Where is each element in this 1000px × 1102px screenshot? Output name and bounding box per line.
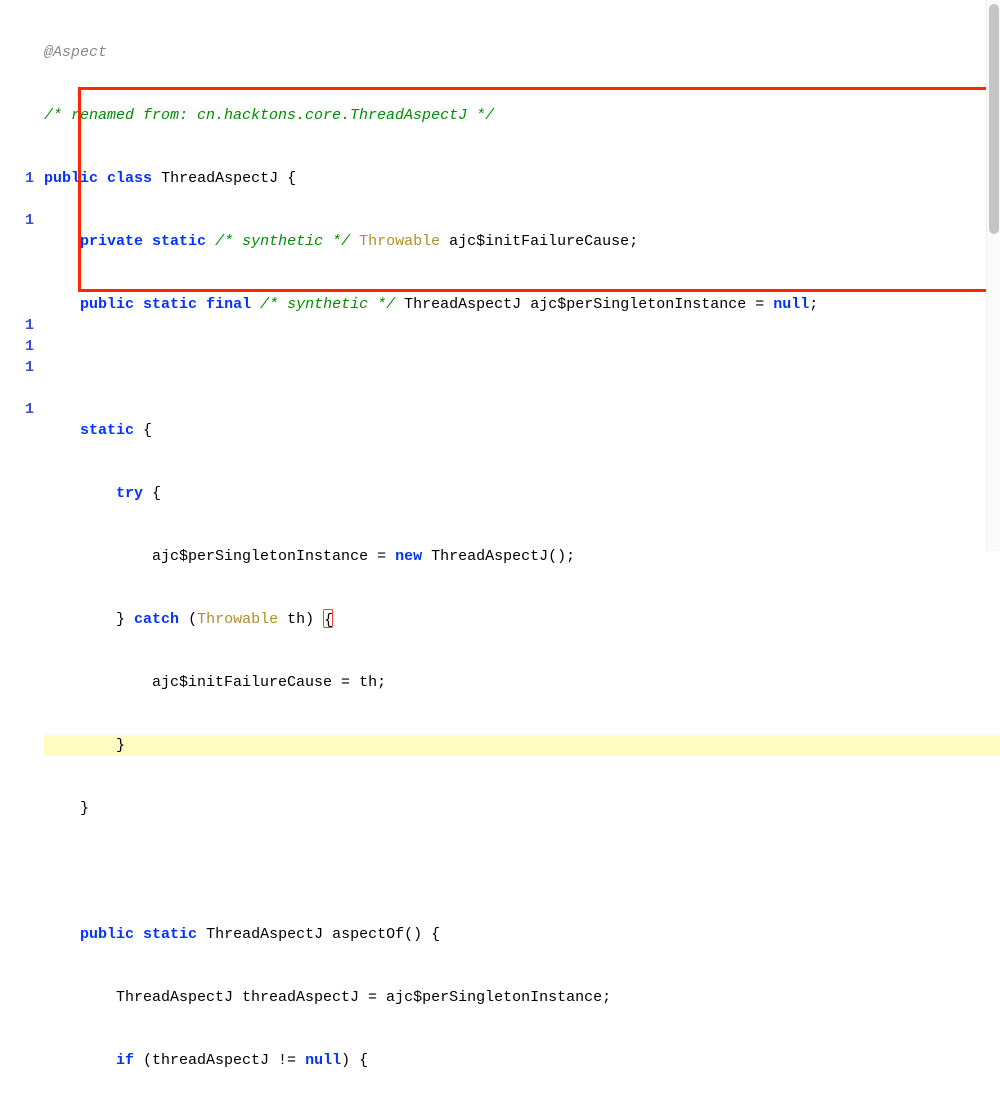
keyword: try: [116, 485, 143, 502]
gutter-line: [6, 420, 44, 441]
paren: ): [341, 1052, 350, 1069]
cursor-box: {: [323, 609, 333, 628]
keyword: null: [773, 296, 809, 313]
brace: {: [278, 170, 296, 187]
gutter-line: [6, 42, 44, 63]
keyword: public: [44, 170, 98, 187]
keyword: static: [143, 926, 197, 943]
gutter-line: [6, 105, 44, 126]
gutter-line: 1: [6, 315, 44, 336]
annotation-text: @Aspect: [44, 44, 107, 61]
type: Throwable: [359, 233, 440, 250]
gutter-line: 1: [6, 357, 44, 378]
paren: ): [305, 611, 314, 628]
cond: (threadAspectJ !=: [134, 1052, 305, 1069]
class-name: ThreadAspectJ: [161, 170, 278, 187]
comment: /* synthetic */: [260, 296, 395, 313]
method: aspectOf: [332, 926, 404, 943]
gutter-line: [6, 63, 44, 84]
var: th: [278, 611, 305, 628]
type: ThreadAspectJ: [206, 926, 323, 943]
gutter-line: [6, 483, 44, 504]
gutter-line: 1: [6, 168, 44, 189]
gutter-line: 1: [6, 210, 44, 231]
brace: }: [80, 800, 89, 817]
brace: }: [116, 737, 125, 754]
gutter-line: [6, 294, 44, 315]
stmt: ThreadAspectJ threadAspectJ = ajc$perSin…: [116, 989, 611, 1006]
gutter-line: [6, 126, 44, 147]
gutter-line: [6, 273, 44, 294]
keyword: static: [143, 296, 197, 313]
keyword: static: [80, 422, 134, 439]
brace: }: [116, 611, 125, 628]
gutter-line: [6, 21, 44, 42]
keyword: static: [152, 233, 206, 250]
gutter-line: [6, 231, 44, 252]
gutter-line: [6, 0, 44, 21]
eq: =: [746, 296, 773, 313]
gutter-line: [6, 378, 44, 399]
keyword: if: [116, 1052, 134, 1069]
keyword: private: [80, 233, 143, 250]
gutter-line: [6, 462, 44, 483]
comment: /* renamed from: cn.hacktons.core.Thread…: [44, 107, 494, 124]
brace: {: [350, 1052, 368, 1069]
brace: {: [422, 926, 440, 943]
paren: ): [413, 926, 422, 943]
brace: {: [134, 422, 152, 439]
paren: (: [188, 611, 197, 628]
keyword: final: [206, 296, 251, 313]
type: ThreadAspectJ: [404, 296, 521, 313]
code-area[interactable]: @Aspect /* renamed from: cn.hacktons.cor…: [44, 0, 1000, 551]
gutter-line: 1: [6, 336, 44, 357]
gutter-line: [6, 147, 44, 168]
gutter-line: [6, 252, 44, 273]
semicolon: ;: [629, 233, 638, 250]
brace: {: [143, 485, 161, 502]
semicolon: ;: [809, 296, 818, 313]
gutter-line: [6, 441, 44, 462]
keyword: catch: [134, 611, 179, 628]
gutter-line: [6, 189, 44, 210]
scrollbar-thumb[interactable]: [989, 4, 999, 234]
highlighted-line: }: [44, 735, 1000, 756]
keyword: class: [107, 170, 152, 187]
keyword: null: [305, 1052, 341, 1069]
gutter: 1 1 1 1 1 1: [0, 0, 44, 551]
comment: /* synthetic */: [215, 233, 350, 250]
code-editor: 1 1 1 1 1 1 @Aspect /* renamed from: cn.…: [0, 0, 1000, 551]
type: Throwable: [197, 611, 278, 628]
gutter-line: [6, 84, 44, 105]
paren: (: [404, 926, 413, 943]
field: ajc$perSingletonInstance: [530, 296, 746, 313]
stmt: ajc$initFailureCause = th;: [152, 674, 386, 691]
gutter-line: 1: [6, 399, 44, 420]
keyword: public: [80, 926, 134, 943]
field: ajc$initFailureCause: [449, 233, 629, 250]
keyword: public: [80, 296, 134, 313]
scrollbar-track[interactable]: [986, 0, 1000, 551]
